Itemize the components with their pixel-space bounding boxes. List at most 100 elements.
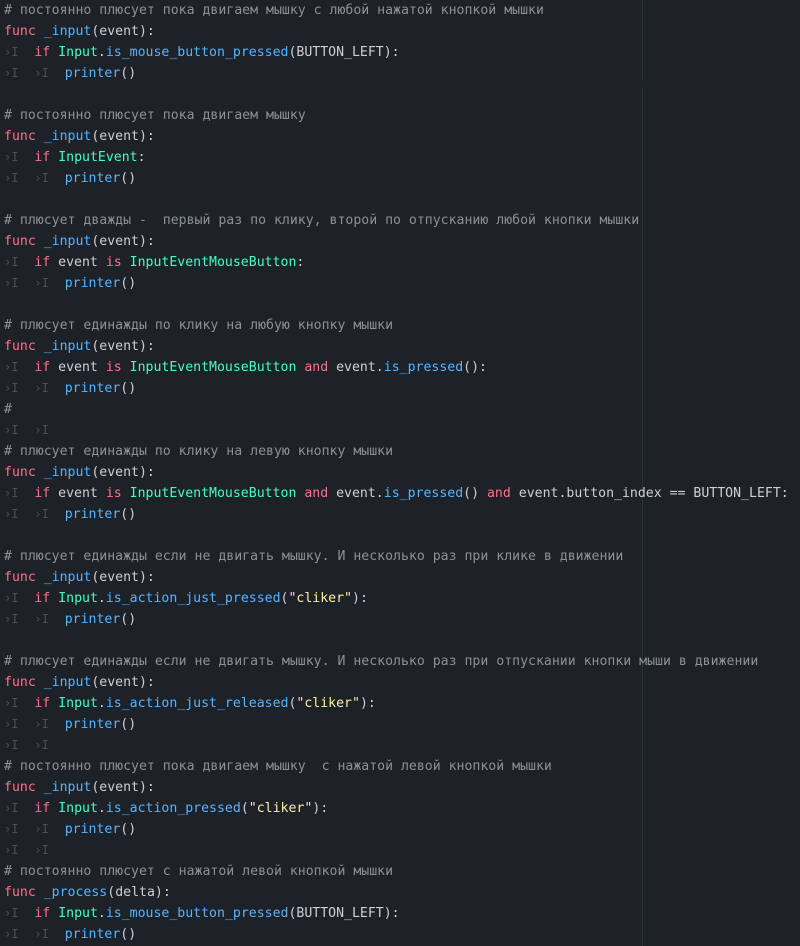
code-token: () — [120, 612, 137, 627]
code-line[interactable]: ›I if InputEvent: — [4, 147, 146, 168]
keyword-token: func — [4, 24, 36, 39]
code-editor[interactable]: # постоянно плюсует пока двигаем мышку с… — [0, 0, 800, 946]
function-token: printer — [64, 276, 121, 291]
code-line[interactable]: func _input(event): — [4, 21, 155, 42]
code-line[interactable]: ›I ›I — [4, 840, 49, 861]
tab-indent-icon: ›I — [4, 360, 19, 374]
code-line[interactable]: ›I ›I printer() — [4, 63, 136, 84]
code-line[interactable]: ›I ›I printer() — [4, 609, 136, 630]
function-token: is_mouse_button_pressed — [105, 45, 289, 60]
tab-indent-icon: ›I — [34, 717, 49, 731]
type-token: Input — [58, 906, 98, 921]
tab-indent-icon: ›I — [4, 150, 19, 164]
code-line[interactable]: func _input(event): — [4, 126, 155, 147]
code-token: (): — [463, 360, 487, 375]
tab-indent-icon: ›I — [34, 927, 49, 941]
tab-indent-icon: ›I — [34, 66, 49, 80]
code-line[interactable]: ›I if event is InputEventMouseButton and… — [4, 357, 487, 378]
keyword-token: func — [4, 885, 36, 900]
code-token: (event): — [91, 675, 155, 690]
code-line[interactable]: ›I if Input.is_action_just_released("cli… — [4, 693, 376, 714]
comment-token: # плюсует единажды если не двигать мышку… — [4, 549, 624, 564]
code-line[interactable]: ›I ›I printer() — [4, 504, 136, 525]
code-token: () — [120, 717, 137, 732]
code-line[interactable]: func _process(delta): — [4, 882, 171, 903]
code-line[interactable]: # постоянно плюсует пока двигаем мышку — [4, 105, 306, 126]
function-token: _process — [43, 885, 108, 900]
function-token: _input — [43, 339, 92, 354]
code-line[interactable]: # плюсует дважды - первый раз по клику, … — [4, 210, 639, 231]
tab-indent-icon: ›I — [4, 591, 19, 605]
code-line[interactable]: func _input(event): — [4, 567, 155, 588]
code-line[interactable]: func _input(event): — [4, 336, 155, 357]
code-line[interactable]: ›I if event is InputEventMouseButton and… — [4, 483, 789, 504]
code-line[interactable]: func _input(event): — [4, 462, 155, 483]
code-line[interactable]: ›I if event is InputEventMouseButton: — [4, 252, 304, 273]
string-token: "cliker" — [248, 801, 313, 816]
code-line[interactable]: ›I ›I printer() — [4, 924, 136, 945]
code-line[interactable]: # постоянно плюсует пока двигаем мышку с… — [4, 0, 544, 21]
code-line[interactable]: ›I if Input.is_action_just_pressed("clik… — [4, 588, 368, 609]
code-line[interactable]: ›I ›I printer() — [4, 714, 136, 735]
tab-indent-icon: ›I — [4, 822, 19, 836]
code-line[interactable]: # плюсует единажды если не двигать мышку… — [4, 546, 623, 567]
tab-indent-icon: ›I — [34, 276, 49, 290]
code-line[interactable]: ›I ›I — [4, 420, 49, 441]
keyword-token: if — [34, 150, 51, 165]
code-token: ): — [312, 801, 329, 816]
code-token: : — [137, 150, 146, 165]
type-token: InputEvent — [58, 150, 138, 165]
comment-token: # плюсует дважды - первый раз по клику, … — [4, 213, 640, 228]
keyword-token: if — [34, 255, 51, 270]
code-line[interactable]: # плюсует единажды по клику на левую кно… — [4, 441, 393, 462]
code-line[interactable]: ›I ›I printer() — [4, 273, 136, 294]
code-token: (BUTTON_LEFT): — [288, 906, 400, 921]
code-token: (event): — [91, 129, 155, 144]
code-line[interactable]: ›I ›I — [4, 735, 49, 756]
keyword-token: func — [4, 129, 36, 144]
code-line[interactable]: func _input(event): — [4, 777, 155, 798]
code-line[interactable]: ›I ›I printer() — [4, 168, 136, 189]
tab-indent-icon: ›I — [4, 486, 19, 500]
code-line[interactable]: # постоянно плюсует пока двигаем мышку с… — [4, 756, 552, 777]
code-line[interactable]: ›I ›I printer() — [4, 378, 136, 399]
function-token: _input — [43, 570, 92, 585]
keyword-token: and — [304, 360, 329, 375]
function-token: is_action_just_pressed — [105, 591, 281, 606]
code-line[interactable]: func _input(event): — [4, 231, 155, 252]
code-line[interactable]: # — [4, 399, 12, 420]
code-line[interactable]: ›I if Input.is_mouse_button_pressed(BUTT… — [4, 903, 400, 924]
code-token: (event): — [91, 465, 155, 480]
code-line[interactable]: # плюсует единажды если не двигать мышку… — [4, 651, 758, 672]
code-token: () — [120, 66, 137, 81]
code-token: () — [120, 381, 137, 396]
code-line[interactable]: ›I ›I printer() — [4, 819, 136, 840]
comment-token: # постоянно плюсует пока двигаем мышку с… — [4, 3, 544, 18]
code-line[interactable]: # постоянно плюсует с нажатой левой кноп… — [4, 861, 393, 882]
keyword-token: func — [4, 570, 36, 585]
code-line[interactable]: ›I if Input.is_action_pressed("cliker"): — [4, 798, 328, 819]
function-token: printer — [64, 66, 121, 81]
tab-indent-icon: ›I — [34, 612, 49, 626]
code-line[interactable]: # плюсует единажды по клику на любую кно… — [4, 315, 393, 336]
comment-token: # постоянно плюсует с нажатой левой кноп… — [4, 864, 394, 879]
code-token: : — [296, 255, 305, 270]
code-line[interactable]: ›I if Input.is_mouse_button_pressed(BUTT… — [4, 42, 400, 63]
code-line[interactable]: func _input(event): — [4, 672, 155, 693]
